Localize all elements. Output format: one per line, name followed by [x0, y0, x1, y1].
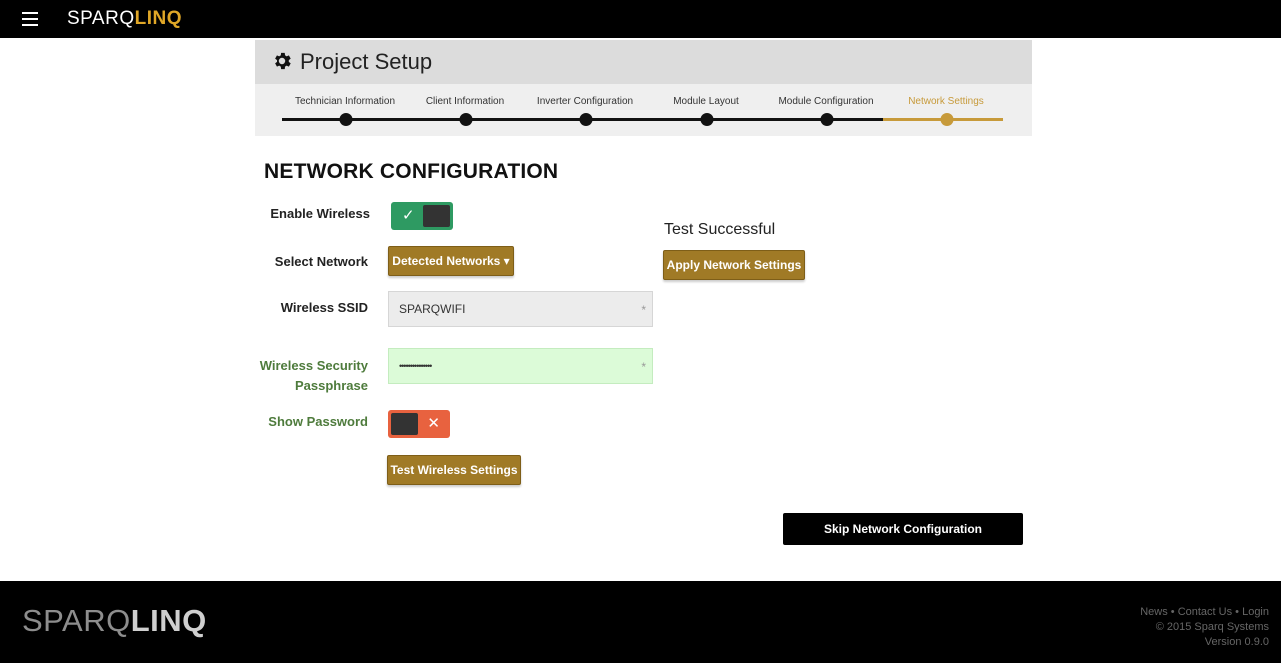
footer-links: News • Contact Us • Login © 2015 Sparq S… — [1140, 605, 1269, 650]
step-label-technician[interactable]: Technician Information — [295, 96, 395, 107]
test-status: Test Successful — [664, 221, 776, 238]
passphrase-value: ••••••••••••••• — [399, 361, 432, 371]
show-password-toggle[interactable]: ✕ — [388, 410, 450, 438]
step-dot-client[interactable] — [459, 113, 473, 126]
hamburger-menu-icon[interactable] — [22, 12, 38, 26]
passphrase-label-line2: Passphrase — [295, 378, 368, 393]
enable-wireless-toggle[interactable]: ✓ — [391, 202, 453, 230]
brand-logo-part1: SPARQ — [67, 8, 135, 29]
footer-nav: News • Contact Us • Login — [1140, 605, 1269, 620]
footer-version: Version 0.9.0 — [1204, 636, 1269, 648]
footer-copyright: © 2015 Sparq Systems — [1155, 621, 1269, 633]
footer-logo: SPARQLINQ — [22, 603, 207, 639]
wireless-ssid-input[interactable]: SPARQWIFI * — [388, 291, 653, 327]
test-wireless-settings-button[interactable]: Test Wireless Settings — [387, 455, 521, 485]
wireless-ssid-label: Wireless SSID — [280, 300, 368, 315]
footer-separator: • — [1167, 606, 1178, 618]
brand-logo-part2: LINQ — [134, 8, 182, 29]
select-network-label: Select Network — [274, 254, 368, 269]
footer-logo-part1: SPARQ — [22, 603, 131, 638]
footer-link-news[interactable]: News — [1140, 606, 1168, 618]
passphrase-label-line1: Wireless Security — [259, 358, 368, 373]
step-label-module-layout[interactable]: Module Layout — [673, 96, 739, 107]
step-dot-module-configuration[interactable] — [820, 113, 834, 126]
check-icon: ✓ — [402, 207, 415, 224]
setup-stepper: Technician Information Client Informatio… — [255, 84, 1032, 136]
required-marker: * — [641, 303, 646, 317]
gear-icon — [275, 52, 291, 70]
section-heading: NETWORK CONFIGURATION — [264, 160, 559, 183]
footer-link-contact[interactable]: Contact Us — [1178, 606, 1232, 618]
detected-networks-dropdown[interactable]: Detected Networks ▾ — [388, 246, 514, 276]
footer-logo-part2: LINQ — [130, 603, 207, 638]
apply-network-settings-button[interactable]: Apply Network Settings — [663, 250, 805, 280]
wireless-ssid-value: SPARQWIFI — [399, 302, 466, 316]
step-dot-technician[interactable] — [339, 113, 353, 126]
step-label-module-configuration[interactable]: Module Configuration — [778, 96, 873, 107]
skip-network-configuration-button[interactable]: Skip Network Configuration — [783, 513, 1023, 545]
enable-wireless-label: Enable Wireless — [270, 206, 370, 221]
step-dot-network-settings[interactable] — [940, 113, 954, 126]
step-dot-inverter[interactable] — [579, 113, 593, 126]
brand-logo[interactable]: SPARQLINQ — [67, 8, 182, 30]
passphrase-label: Wireless Security Passphrase — [238, 356, 368, 396]
passphrase-input[interactable]: ••••••••••••••• * — [388, 348, 653, 384]
footer-separator: • — [1232, 606, 1243, 618]
step-label-inverter[interactable]: Inverter Configuration — [537, 96, 633, 107]
footer: SPARQLINQ News • Contact Us • Login © 20… — [0, 581, 1281, 663]
step-label-network-settings[interactable]: Network Settings — [908, 96, 984, 107]
step-label-client[interactable]: Client Information — [426, 96, 504, 107]
project-setup-panel: Project Setup Technician Information Cli… — [255, 40, 1032, 136]
toggle-knob — [391, 413, 418, 435]
footer-link-login[interactable]: Login — [1242, 606, 1269, 618]
project-setup-header: Project Setup — [255, 40, 1032, 84]
close-icon: ✕ — [427, 415, 440, 432]
toggle-knob — [423, 205, 450, 227]
required-marker: * — [641, 360, 646, 374]
top-bar: SPARQLINQ — [0, 0, 1281, 38]
show-password-label: Show Password — [268, 414, 368, 429]
page-title: Project Setup — [300, 49, 433, 74]
step-dot-module-layout[interactable] — [700, 113, 714, 126]
